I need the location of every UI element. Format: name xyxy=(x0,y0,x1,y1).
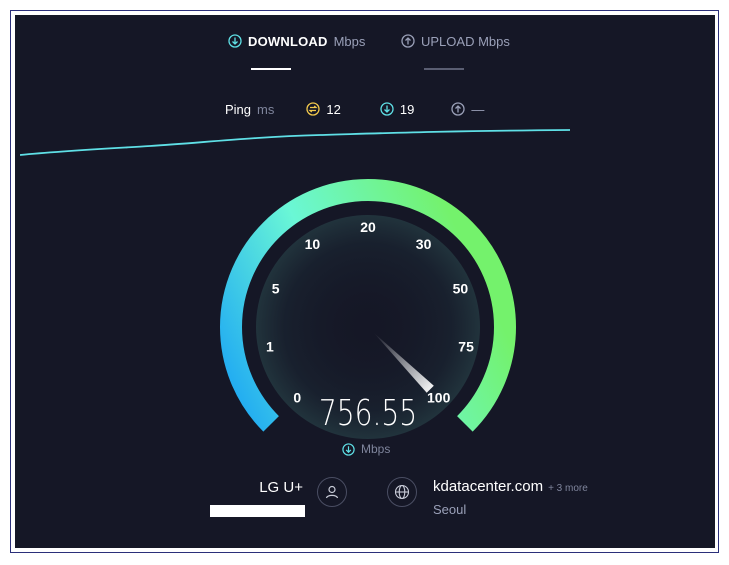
gauge-scale-label: 20 xyxy=(360,219,376,235)
ping-unit: ms xyxy=(257,101,275,117)
change-server-button[interactable] xyxy=(387,477,417,507)
isp-name: LG U+ xyxy=(259,479,303,496)
ping-upload-value: — xyxy=(471,101,485,117)
redacted-ip xyxy=(210,505,305,517)
gauge-scale-label: 30 xyxy=(416,236,432,252)
tab-upload-label: UPLOAD Mbps xyxy=(421,33,510,49)
gauge-scale-label: 75 xyxy=(458,339,474,355)
gauge-scale-label: 1 xyxy=(266,339,274,355)
tab-download-unit: Mbps xyxy=(333,33,366,49)
current-speed-value: 756.55 xyxy=(318,393,418,434)
current-speed-unit-label: Mbps xyxy=(361,442,391,456)
ping-download: 19 xyxy=(380,102,414,117)
server-host: kdatacenter.com xyxy=(433,478,544,495)
user-icon xyxy=(325,485,339,499)
ping-download-value: 19 xyxy=(399,101,415,117)
current-speed-unit: Mbps xyxy=(342,442,390,456)
ping-idle: 12 xyxy=(306,101,341,117)
ping-idle-value: 12 xyxy=(326,101,341,117)
ping-row: Ping ms 12 19 — xyxy=(225,100,484,118)
ping-download-icon xyxy=(380,102,394,116)
speedtest-panel: DOWNLOAD Mbps UPLOAD Mbps Ping ms 12 19 xyxy=(15,15,715,548)
speed-graph xyxy=(20,129,570,156)
change-user-button[interactable] xyxy=(317,477,347,507)
speed-gauge: 0151020305075100 xyxy=(220,179,516,439)
server-city: Seoul xyxy=(433,502,467,517)
tab-upload[interactable]: UPLOAD Mbps xyxy=(401,31,510,51)
tab-upload-indicator xyxy=(424,68,464,70)
upload-arrow-icon xyxy=(401,34,415,48)
download-arrow-icon xyxy=(228,34,242,48)
ping-upload: — xyxy=(451,102,484,117)
speed-graph-line xyxy=(20,129,570,156)
globe-icon xyxy=(394,484,410,500)
gauge-scale-label: 5 xyxy=(272,281,280,297)
gauge-scale-label: 50 xyxy=(453,281,469,297)
download-arrow-icon xyxy=(342,442,355,456)
tab-download-indicator xyxy=(251,68,291,70)
server-more-link[interactable]: + 3 more xyxy=(548,483,588,494)
tab-download[interactable]: DOWNLOAD Mbps xyxy=(228,31,365,51)
gauge-scale-label: 10 xyxy=(305,236,321,252)
ping-label: Ping xyxy=(225,101,252,117)
ping-upload-icon xyxy=(451,102,465,116)
gauge-scale-label: 0 xyxy=(293,390,301,406)
server-name[interactable]: kdatacenter.com + 3 more xyxy=(433,478,588,495)
tab-download-label: DOWNLOAD xyxy=(248,33,328,49)
ping-idle-icon xyxy=(306,102,321,116)
